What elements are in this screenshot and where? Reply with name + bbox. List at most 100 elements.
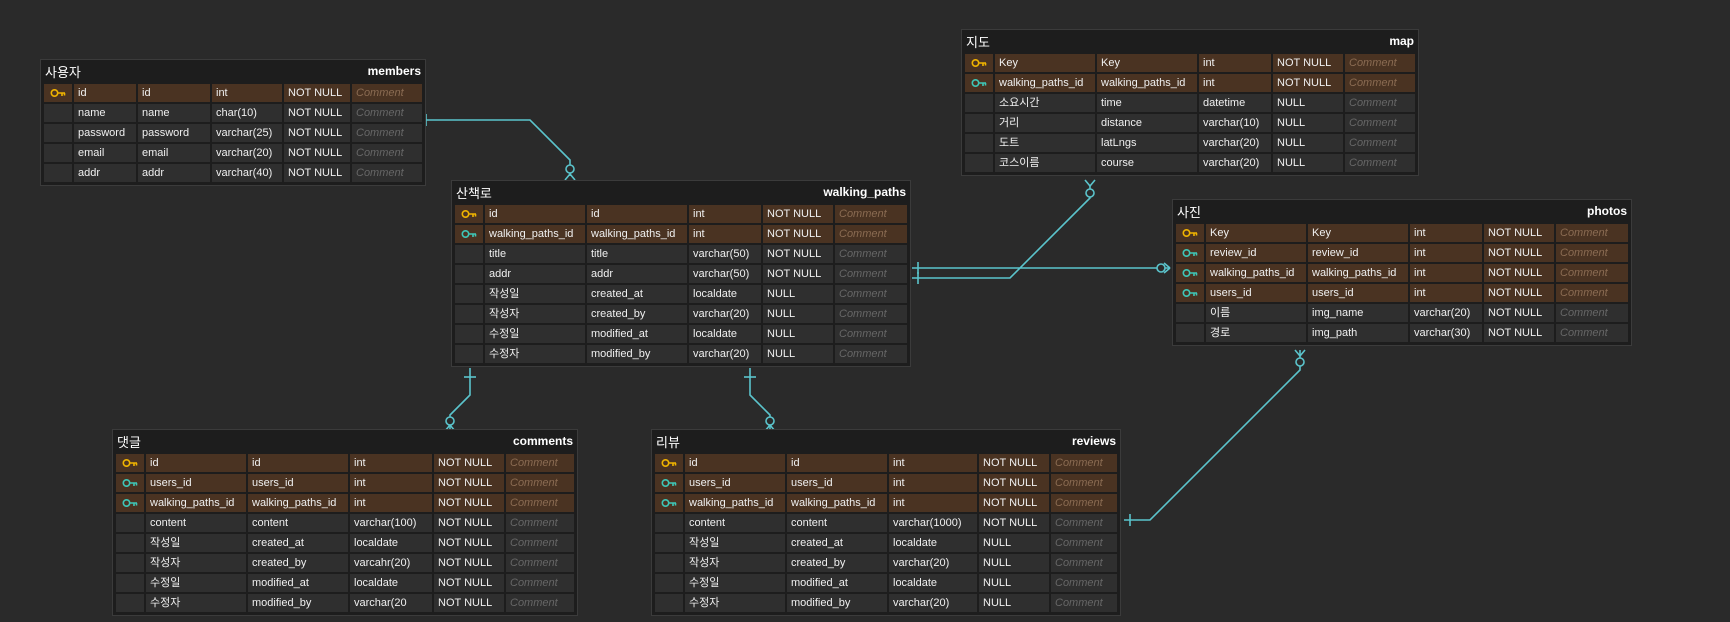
column-logical-name: addr	[74, 164, 136, 182]
column-comment[interactable]: Comment	[1556, 304, 1628, 322]
column-comment[interactable]: Comment	[352, 124, 422, 142]
column-comment[interactable]: Comment	[1051, 534, 1117, 552]
column-row[interactable]: users_id users_id int NOT NULL Comment	[655, 474, 1117, 492]
column-comment[interactable]: Comment	[835, 245, 907, 263]
column-comment[interactable]: Comment	[1345, 54, 1415, 72]
column-row[interactable]: 도트 latLngs varchar(20) NULL Comment	[965, 134, 1415, 152]
column-row[interactable]: 작성자 created_by varcahr(20) NOT NULL Comment	[116, 554, 574, 572]
column-comment[interactable]: Comment	[1051, 454, 1117, 472]
column-row[interactable]: 수정일 modified_at localdate NULL Comment	[655, 574, 1117, 592]
column-comment[interactable]: Comment	[506, 534, 574, 552]
column-comment[interactable]: Comment	[1051, 594, 1117, 612]
column-comment[interactable]: Comment	[1556, 264, 1628, 282]
column-row[interactable]: id id int NOT NULL Comment	[655, 454, 1117, 472]
column-row[interactable]: 경로 img_path varchar(30) NOT NULL Comment	[1176, 324, 1628, 342]
column-row[interactable]: review_id review_id int NOT NULL Comment	[1176, 244, 1628, 262]
column-comment[interactable]: Comment	[835, 305, 907, 323]
column-row[interactable]: 거리 distance varchar(10) NULL Comment	[965, 114, 1415, 132]
column-comment[interactable]: Comment	[1345, 94, 1415, 112]
column-comment[interactable]: Comment	[835, 205, 907, 223]
column-comment[interactable]: Comment	[1556, 324, 1628, 342]
column-comment[interactable]: Comment	[835, 325, 907, 343]
column-row[interactable]: 작성일 created_at localdate NULL Comment	[455, 285, 907, 303]
table-reviews[interactable]: 리뷰 reviews id id int NOT NULL Comment users_i…	[651, 429, 1121, 616]
column-row[interactable]: walking_paths_id walking_paths_id int NOT N…	[1176, 264, 1628, 282]
column-nullability: NOT NULL	[979, 494, 1049, 512]
column-row[interactable]: 이름 img_name varchar(20) NOT NULL Comment	[1176, 304, 1628, 322]
table-walking-paths[interactable]: 산책로 walking_paths id id int NOT NULL Comment…	[451, 180, 911, 367]
column-row[interactable]: 수정자 modified_by varchar(20) NULL Comment	[655, 594, 1117, 612]
column-row[interactable]: 수정자 modified_by varchar(20) NULL Comment	[455, 345, 907, 363]
column-comment[interactable]: Comment	[506, 474, 574, 492]
table-comments[interactable]: 댓글 comments id id int NOT NULL Comment users_…	[112, 429, 578, 616]
column-comment[interactable]: Comment	[835, 265, 907, 283]
key-slot	[116, 534, 144, 552]
column-comment[interactable]: Comment	[352, 164, 422, 182]
column-row[interactable]: walking_paths_id walking_paths_id int NOT N…	[455, 225, 907, 243]
column-comment[interactable]: Comment	[835, 225, 907, 243]
table-photos[interactable]: 사진 photos Key Key int NOT NULL Comment review…	[1172, 199, 1632, 346]
column-row[interactable]: addr addr varchar(40) NOT NULL Comment	[44, 164, 422, 182]
column-row[interactable]: walking_paths_id walking_paths_id int NOT N…	[116, 494, 574, 512]
column-row[interactable]: 코스이름 course varchar(20) NULL Comment	[965, 154, 1415, 172]
column-row[interactable]: users_id users_id int NOT NULL Comment	[1176, 284, 1628, 302]
column-row[interactable]: 수정자 modified_by varchar(20 NOT NULL Comment	[116, 594, 574, 612]
column-row[interactable]: addr addr varchar(50) NOT NULL Comment	[455, 265, 907, 283]
column-row[interactable]: id id int NOT NULL Comment	[44, 84, 422, 102]
column-comment[interactable]: Comment	[1051, 474, 1117, 492]
column-nullability: NULL	[763, 285, 833, 303]
column-comment[interactable]: Comment	[1556, 224, 1628, 242]
column-comment[interactable]: Comment	[506, 574, 574, 592]
column-row[interactable]: title title varchar(50) NOT NULL Comment	[455, 245, 907, 263]
column-comment[interactable]: Comment	[352, 84, 422, 102]
link-reviews-photos[interactable]	[1124, 350, 1301, 521]
link-walking-paths-map[interactable]	[912, 186, 1091, 279]
column-row[interactable]: 수정일 modified_at localdate NOT NULL Comment	[116, 574, 574, 592]
column-row[interactable]: 작성일 created_at localdate NULL Comment	[655, 534, 1117, 552]
column-comment[interactable]: Comment	[1556, 284, 1628, 302]
column-comment[interactable]: Comment	[1051, 514, 1117, 532]
column-row[interactable]: Key Key int NOT NULL Comment	[1176, 224, 1628, 242]
column-comment[interactable]: Comment	[1051, 554, 1117, 572]
column-row[interactable]: id id int NOT NULL Comment	[116, 454, 574, 472]
column-comment[interactable]: Comment	[835, 285, 907, 303]
column-row[interactable]: email email varchar(20) NOT NULL Comment	[44, 144, 422, 162]
column-row[interactable]: content content varchar(100) NOT NULL Commen…	[116, 514, 574, 532]
column-row[interactable]: id id int NOT NULL Comment	[455, 205, 907, 223]
column-comment[interactable]: Comment	[1345, 74, 1415, 92]
column-comment[interactable]: Comment	[1051, 574, 1117, 592]
column-type: varchar(50)	[689, 265, 761, 283]
column-row[interactable]: walking_paths_id walking_paths_id int NOT N…	[965, 74, 1415, 92]
column-row[interactable]: 소요시간 time datetime NULL Comment	[965, 94, 1415, 112]
link-members-walking-paths[interactable]	[420, 119, 571, 176]
column-comment[interactable]: Comment	[1345, 154, 1415, 172]
column-comment[interactable]: Comment	[506, 554, 574, 572]
column-comment[interactable]: Comment	[352, 144, 422, 162]
column-row[interactable]: name name char(10) NOT NULL Comment	[44, 104, 422, 122]
column-row[interactable]: Key Key int NOT NULL Comment	[965, 54, 1415, 72]
column-row[interactable]: 작성일 created_at localdate NOT NULL Comment	[116, 534, 574, 552]
column-row[interactable]: 수정일 modified_at localdate NULL Comment	[455, 325, 907, 343]
column-comment[interactable]: Comment	[1345, 134, 1415, 152]
column-row[interactable]: users_id users_id int NOT NULL Comment	[116, 474, 574, 492]
table-map[interactable]: 지도 map Key Key int NOT NULL Comment walking_p…	[961, 29, 1419, 176]
column-comment[interactable]: Comment	[1051, 494, 1117, 512]
key-slot	[655, 594, 683, 612]
column-comment[interactable]: Comment	[1345, 114, 1415, 132]
column-row[interactable]: walking_paths_id walking_paths_id int NOT N…	[655, 494, 1117, 512]
column-physical-name: created_at	[248, 534, 348, 552]
table-members[interactable]: 사용자 members id id int NOT NULL Comment name na…	[40, 59, 426, 186]
column-physical-name: name	[138, 104, 210, 122]
column-comment[interactable]: Comment	[506, 454, 574, 472]
column-logical-name: walking_paths_id	[995, 74, 1095, 92]
column-comment[interactable]: Comment	[1556, 244, 1628, 262]
column-row[interactable]: 작성자 created_by varchar(20) NULL Comment	[655, 554, 1117, 572]
column-comment[interactable]: Comment	[506, 494, 574, 512]
column-row[interactable]: password password varchar(25) NOT NULL Comme…	[44, 124, 422, 142]
column-comment[interactable]: Comment	[506, 514, 574, 532]
column-row[interactable]: content content varchar(1000) NOT NULL Comme…	[655, 514, 1117, 532]
column-row[interactable]: 작성자 created_by varchar(20) NULL Comment	[455, 305, 907, 323]
column-comment[interactable]: Comment	[835, 345, 907, 363]
column-comment[interactable]: Comment	[506, 594, 574, 612]
column-comment[interactable]: Comment	[352, 104, 422, 122]
